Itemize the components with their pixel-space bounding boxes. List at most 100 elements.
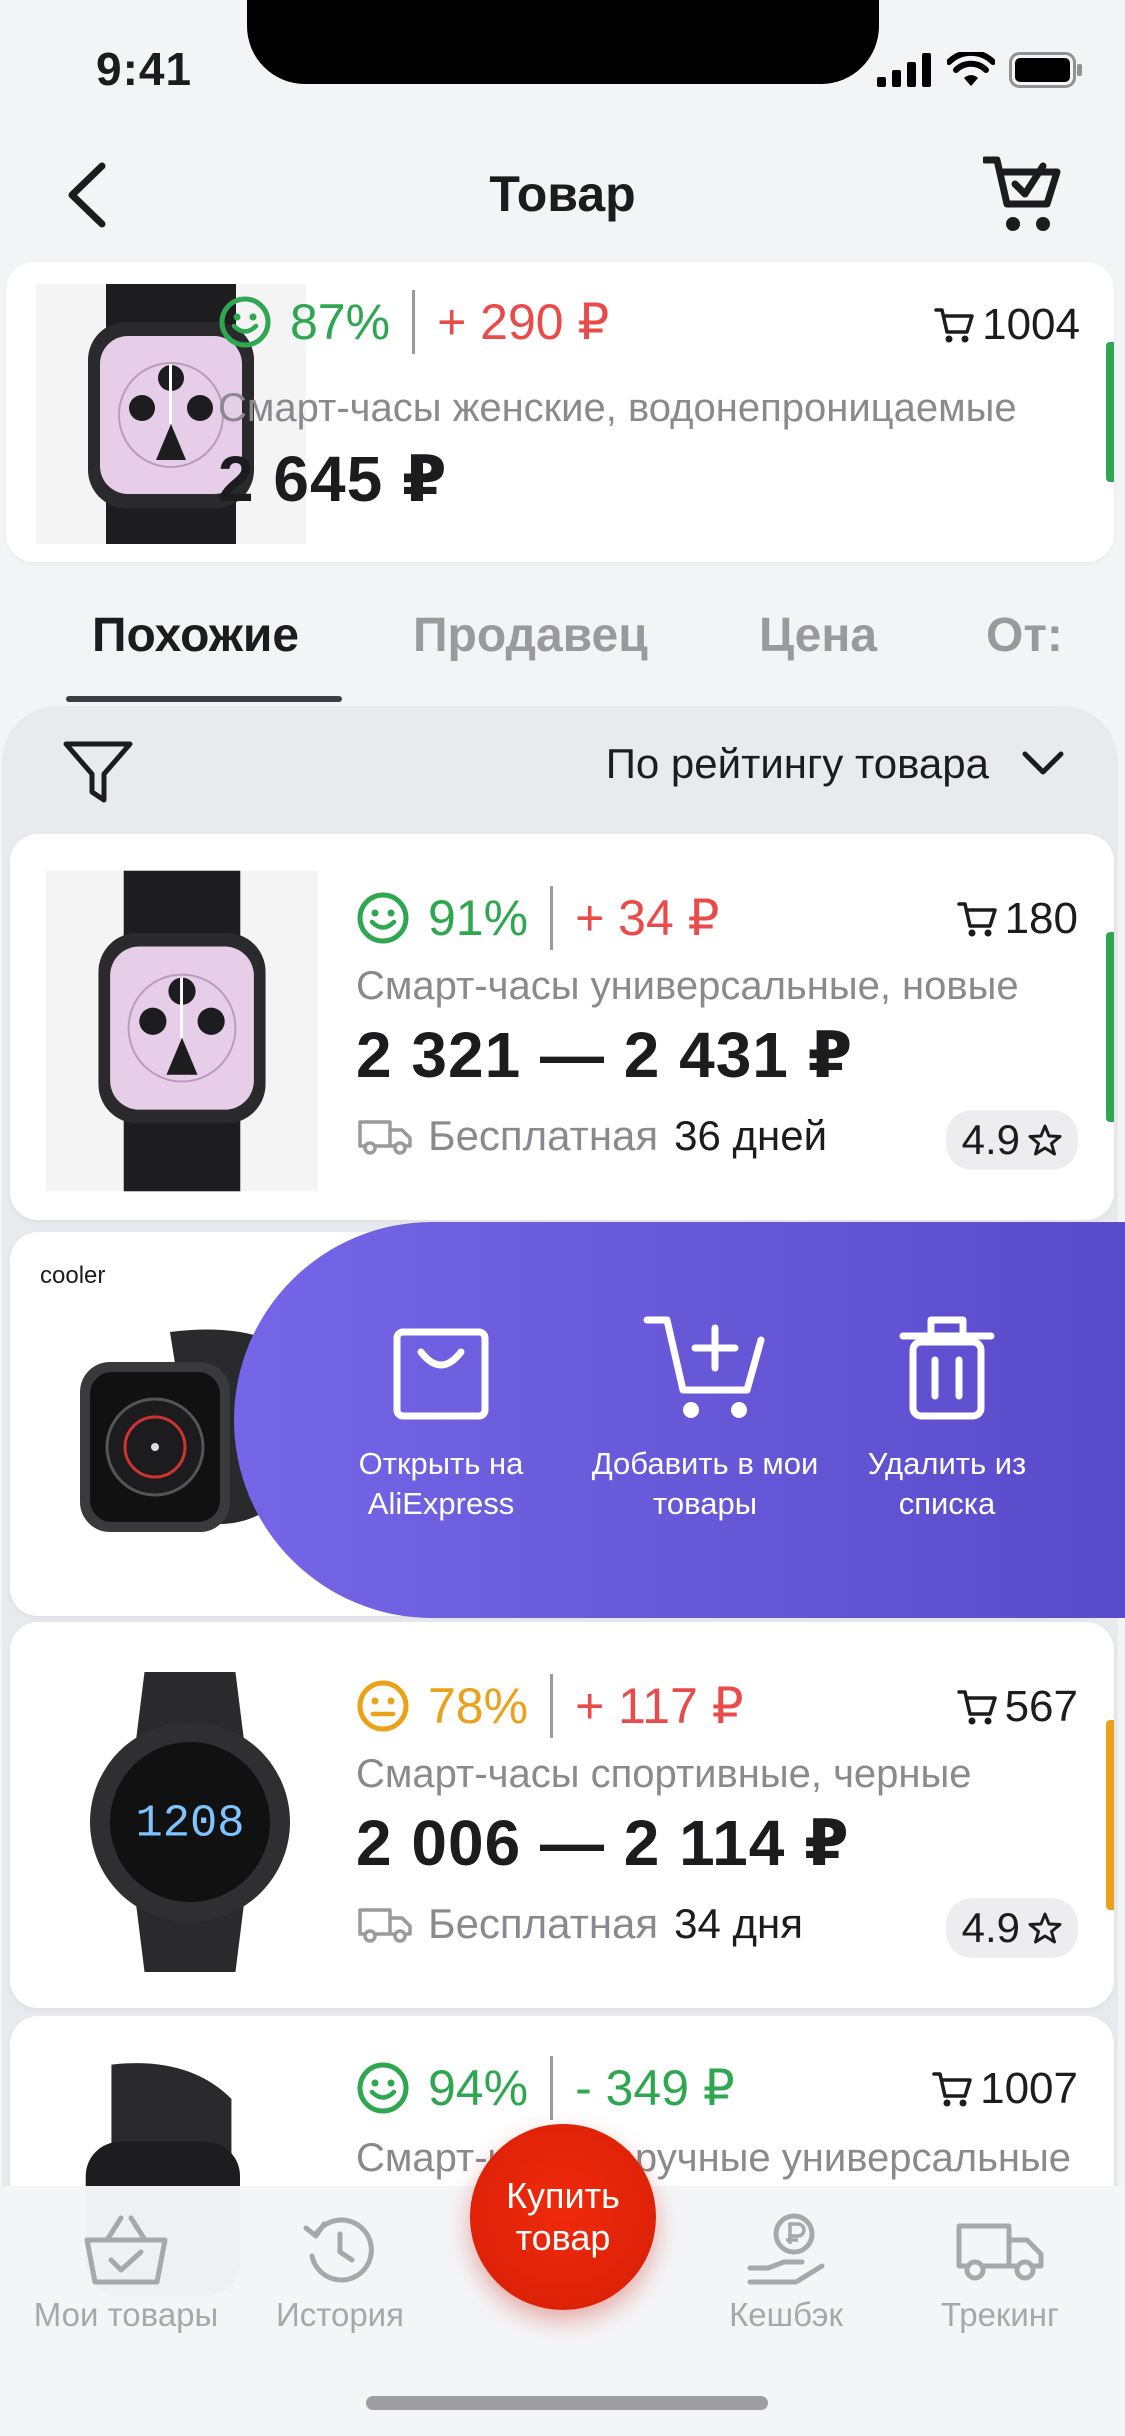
sort-label: По рейтингу товара	[605, 740, 989, 787]
trash-icon	[899, 1316, 995, 1420]
truck-icon	[956, 2223, 1044, 2281]
swipe-actions: Открыть на AliExpress Добавить в мои тов…	[234, 1222, 1125, 1618]
tab-seller[interactable]: Продавец	[413, 608, 648, 663]
remove-from-list-label: Удалить из списка	[867, 1446, 1027, 1521]
orders-count: 1007	[932, 2064, 1078, 2114]
list-item[interactable]: 1208 78% + 117 ₽ 567 Смарт-часы спортивн…	[10, 1622, 1114, 2008]
add-to-my-products-button[interactable]: Добавить в мои товары	[590, 1312, 820, 1524]
orders-count: 180	[956, 894, 1078, 944]
product-price: 2 321 — 2 431 ₽	[356, 1019, 854, 1091]
tab-my-products-label: Мои товары	[33, 2296, 219, 2333]
notch	[247, 0, 879, 84]
orders-count: 1004	[934, 300, 1080, 350]
status-time: 9:41	[96, 43, 193, 95]
brand-label: cooler	[40, 1262, 106, 1289]
bag-icon	[393, 1328, 489, 1420]
orders-value: 1004	[982, 300, 1080, 349]
orders-value: 1007	[980, 2064, 1078, 2113]
product-title: Смарт-часы спортивные, черные	[356, 1752, 972, 1796]
cart-icon	[934, 308, 974, 343]
status-icons	[877, 50, 1083, 90]
divider	[412, 290, 416, 354]
product-price: 2 006 — 2 114 ₽	[356, 1807, 850, 1879]
tab-history-label: История	[276, 2296, 404, 2333]
cart-plus-icon	[643, 1316, 765, 1418]
neutral-face-icon	[357, 1680, 409, 1732]
item-stats: 94% - 349 ₽	[356, 2056, 735, 2120]
open-aliexpress-button[interactable]: Открыть на AliExpress	[326, 1312, 556, 1524]
orders-value: 567	[1004, 1682, 1078, 1731]
price-delta: + 117 ₽	[575, 1678, 744, 1734]
price-delta: - 349 ₽	[575, 2060, 735, 2116]
happy-face-icon	[357, 892, 409, 944]
filter-icon[interactable]	[62, 736, 134, 808]
tab-tracking[interactable]: Трекинг	[890, 2212, 1110, 2334]
shipping-type: Бесплатная	[428, 1112, 659, 1159]
segment-tabs: Похожие Продавец Цена От:	[0, 600, 1125, 710]
tab-similar[interactable]: Похожие	[92, 608, 299, 663]
signal-icon	[877, 53, 931, 87]
divider	[550, 2056, 554, 2120]
product-summary-card[interactable]: 87% + 290 ₽ 1004 Смарт-часы женские, вод…	[6, 262, 1114, 562]
truck-icon	[358, 1120, 412, 1155]
buy-product-button[interactable]: Купить товар	[470, 2124, 656, 2310]
cart-check-icon[interactable]	[983, 154, 1061, 234]
truck-icon	[358, 1908, 412, 1943]
cart-icon	[956, 902, 997, 937]
orders-count: 567	[956, 1682, 1078, 1732]
open-aliexpress-label: Открыть на AliExpress	[358, 1446, 524, 1521]
svg-text:1208: 1208	[135, 1798, 244, 1850]
rating-badge: 4.9	[945, 1898, 1078, 1958]
price-delta: + 290 ₽	[437, 294, 610, 350]
rating-percent: 91%	[428, 890, 529, 946]
happy-face-icon	[357, 2062, 409, 2114]
price-delta: + 34 ₽	[575, 890, 720, 946]
rating-badge: 4.9	[945, 1110, 1078, 1170]
product-title: Смарт-часы универсальные, новые	[356, 964, 1019, 1008]
product-price: 2 645 ₽	[218, 443, 448, 515]
divider	[550, 1674, 554, 1738]
list-item[interactable]: 91% + 34 ₽ 180 Смарт-часы универсальные,…	[10, 834, 1114, 1220]
status-edge-bar	[1106, 342, 1114, 482]
orders-value: 180	[1004, 894, 1078, 943]
basket-icon	[84, 2215, 168, 2285]
item-stats: 78% + 117 ₽	[356, 1674, 744, 1738]
shipping-type: Бесплатная	[428, 1900, 659, 1947]
status-bar: 9:41	[0, 0, 1125, 132]
cashback-icon	[747, 2213, 825, 2285]
tab-tracking-label: Трекинг	[940, 2296, 1060, 2333]
shipping-days: 34 дня	[674, 1900, 803, 1947]
hero-stats: 87% + 290 ₽	[218, 290, 609, 354]
shipping-days: 36 дней	[674, 1112, 828, 1159]
tab-history[interactable]: История	[230, 2212, 450, 2334]
shipping-info: Бесплатная 36 дней	[356, 1112, 827, 1160]
tab-cashback[interactable]: Кешбэк	[676, 2212, 896, 2334]
rating-value: 4.9	[961, 1116, 1020, 1163]
product-image: 1208	[90, 1672, 290, 1972]
cart-icon	[932, 2072, 972, 2107]
product-title: Смарт-часы наручные универсальные	[356, 2136, 1071, 2180]
item-stats: 91% + 34 ₽	[356, 886, 720, 950]
status-edge-bar	[1106, 1720, 1114, 1910]
tab-my-products[interactable]: Мои товары	[16, 2212, 236, 2334]
history-icon	[303, 2217, 374, 2283]
tab-indicator	[66, 696, 342, 702]
chevron-down-icon	[1022, 751, 1064, 775]
divider	[550, 886, 554, 950]
tab-reviews[interactable]: От:	[986, 608, 1060, 663]
star-icon	[1028, 1912, 1062, 1944]
page-title: Товар	[489, 166, 636, 222]
rating-percent: 87%	[290, 294, 391, 350]
remove-from-list-button[interactable]: Удалить из списка	[832, 1312, 1062, 1524]
status-edge-bar	[1106, 932, 1114, 1122]
home-indicator	[366, 2396, 768, 2410]
navigation-bar: Товар	[0, 140, 1125, 250]
happy-face-icon	[219, 296, 271, 348]
sort-dropdown[interactable]: По рейтингу товара	[606, 740, 1065, 788]
product-image	[46, 870, 318, 1192]
product-title: Смарт-часы женские, водонепроницаемые	[218, 386, 1017, 430]
rating-value: 4.9	[961, 1904, 1020, 1951]
wifi-icon	[947, 52, 995, 86]
star-icon	[1028, 1124, 1062, 1156]
tab-price[interactable]: Цена	[759, 608, 877, 663]
